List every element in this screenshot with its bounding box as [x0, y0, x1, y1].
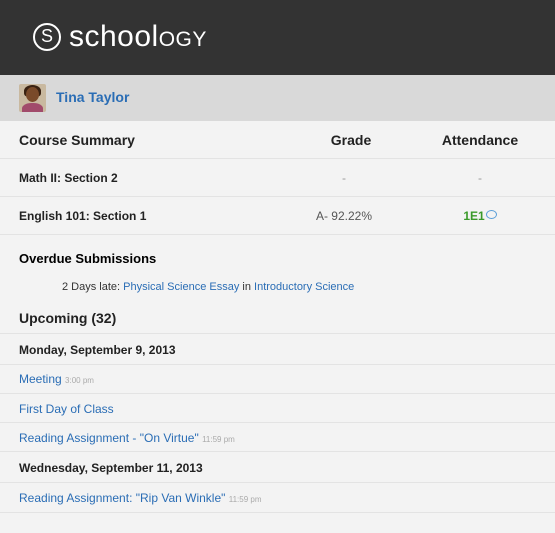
schoology-logo[interactable]: S schoology	[33, 22, 207, 52]
event-title[interactable]: Meeting	[19, 372, 62, 386]
logo-text: schoology	[69, 20, 207, 53]
table-row: English 101: Section 1 A- 92.22% 1E1	[0, 197, 555, 235]
user-bar: Tina Taylor	[0, 75, 555, 121]
event-item[interactable]: Reading Assignment - "On Virtue" 11:59 p…	[19, 431, 235, 445]
grade-header: Grade	[330, 132, 372, 148]
course-link[interactable]: Introductory Science	[254, 281, 354, 293]
in-label: in	[242, 281, 251, 293]
course-name-link[interactable]: Math II: Section 2	[19, 171, 118, 185]
attendance-code: 1E1	[463, 209, 485, 223]
main-content: Course Summary Grade Attendance Math II:…	[0, 121, 555, 533]
grade-value[interactable]: A- 92.22%	[274, 209, 414, 223]
summary-header-row: Course Summary Grade Attendance	[0, 121, 555, 159]
event-title[interactable]: Reading Assignment - "On Virtue"	[19, 431, 199, 445]
avatar[interactable]	[19, 84, 46, 112]
attendance-value: -	[478, 171, 482, 185]
overdue-item: 2 Days late: Physical Science Essay in I…	[62, 281, 354, 293]
assignment-link[interactable]: Physical Science Essay	[123, 281, 239, 293]
late-label: 2 Days late:	[62, 281, 121, 293]
course-summary-header: Course Summary	[19, 132, 135, 148]
course-name-link[interactable]: English 101: Section 1	[19, 209, 146, 223]
date-heading: Monday, September 9, 2013	[19, 343, 176, 357]
event-item[interactable]: First Day of Class	[19, 402, 114, 416]
table-row: Math II: Section 2 - -	[0, 159, 555, 197]
attendance-value[interactable]: 1E1	[410, 209, 550, 223]
comment-icon[interactable]	[485, 210, 497, 219]
event-time: 3:00 pm	[65, 376, 94, 385]
date-heading: Wednesday, September 11, 2013	[19, 461, 203, 475]
app-header: S schoology	[0, 0, 555, 75]
event-title[interactable]: First Day of Class	[19, 402, 114, 416]
attendance-header: Attendance	[441, 132, 519, 148]
event-time: 11:59 pm	[228, 495, 262, 504]
overdue-title: Overdue Submissions	[19, 251, 157, 266]
logo-s-icon: S	[33, 23, 61, 51]
user-name-link[interactable]: Tina Taylor	[56, 89, 129, 105]
event-time: 11:59 pm	[202, 435, 235, 444]
event-item[interactable]: Reading Assignment: "Rip Van Winkle" 11:…	[19, 491, 262, 505]
event-item[interactable]: Meeting 3:00 pm	[19, 372, 94, 386]
grade-value: -	[342, 171, 346, 185]
event-title[interactable]: Reading Assignment: "Rip Van Winkle"	[19, 491, 225, 505]
upcoming-title: Upcoming (32)	[19, 310, 117, 326]
